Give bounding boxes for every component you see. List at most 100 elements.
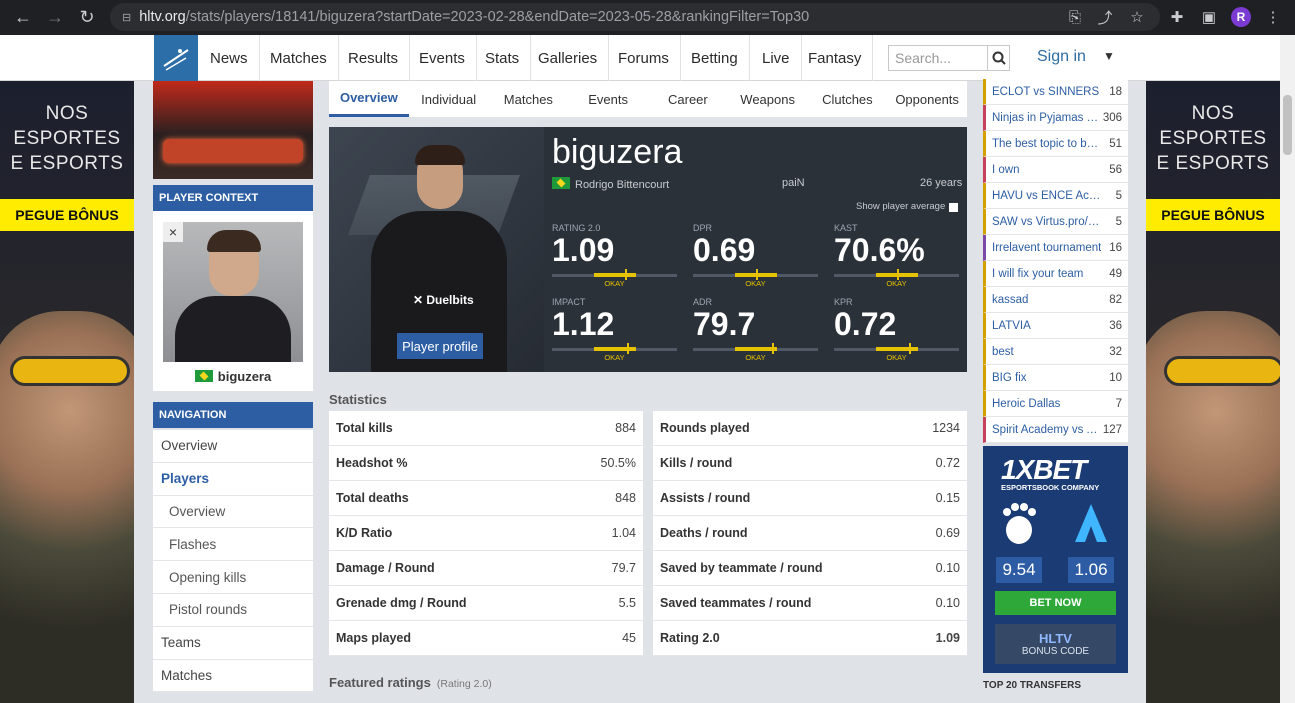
nav-link-opening-kills[interactable]: Opening kills bbox=[153, 561, 313, 594]
thread-title[interactable]: The best topic to bait... bbox=[992, 138, 1104, 150]
hltv-logo[interactable] bbox=[154, 35, 198, 81]
thread-title[interactable]: HAVU vs ENCE Academy bbox=[992, 190, 1104, 202]
share-icon[interactable]: ⤴ bbox=[1093, 5, 1117, 29]
extensions-icon[interactable]: ✚ bbox=[1165, 5, 1189, 29]
bonus-code-box[interactable]: HLTV BONUS CODE bbox=[995, 624, 1116, 664]
betting-ad[interactable]: 1XBET ESPORTSBOOK COMPANY 9.54 1.06 BET … bbox=[983, 446, 1128, 673]
forum-thread[interactable]: LATVIA 36 bbox=[983, 313, 1128, 339]
tab-events[interactable]: Events bbox=[568, 81, 648, 117]
close-icon[interactable]: × bbox=[163, 222, 183, 242]
nav-item-betting[interactable]: Betting bbox=[680, 35, 750, 81]
nav-link-players[interactable]: Players bbox=[153, 463, 313, 496]
forum-thread[interactable]: SAW vs Virtus.pro/1WI... 5 bbox=[983, 209, 1128, 235]
nav-link-overview[interactable]: Overview bbox=[153, 430, 313, 463]
nav-item-galleries[interactable]: Galleries bbox=[527, 35, 610, 81]
nav-item-matches[interactable]: Matches bbox=[259, 35, 339, 81]
forum-thread[interactable]: Spirit Academy vs A... 127 bbox=[983, 417, 1128, 443]
address-bar[interactable]: ⊟ hltv.org/stats/players/18141/biguzera?… bbox=[110, 3, 1160, 31]
stat-range bbox=[594, 347, 636, 351]
avatar: R bbox=[1231, 7, 1251, 27]
photo-body bbox=[175, 296, 291, 362]
url-path: /stats/players/18141/biguzera?startDate=… bbox=[185, 9, 810, 25]
bet-now-button[interactable]: BET NOW bbox=[995, 591, 1116, 615]
player-profile-button[interactable]: Player profile bbox=[397, 333, 483, 359]
forum-thread[interactable]: BIG fix 10 bbox=[983, 365, 1128, 391]
player-context-name[interactable]: biguzera bbox=[153, 369, 313, 384]
profile-avatar[interactable]: R bbox=[1229, 5, 1253, 29]
sidepanel-icon[interactable]: ▣ bbox=[1197, 5, 1221, 29]
thread-title[interactable]: BIG fix bbox=[992, 372, 1027, 384]
thread-title[interactable]: Irrelavent tournament bbox=[992, 242, 1101, 254]
translate-icon[interactable]: ⎘ bbox=[1063, 5, 1087, 29]
left-ad-image[interactable] bbox=[153, 81, 313, 179]
nav-item-news[interactable]: News bbox=[199, 35, 260, 81]
nav-link-matches[interactable]: Matches bbox=[153, 660, 313, 693]
left-ad-banner[interactable]: NOS ESPORTES E ESPORTS PEGUE BÔNUS bbox=[0, 81, 134, 703]
stat-val: 0.69 bbox=[935, 526, 960, 540]
forum-thread[interactable]: kassad 82 bbox=[983, 287, 1128, 313]
thread-title[interactable]: Ninjas in Pyjamas vs... bbox=[992, 112, 1103, 124]
signin-link[interactable]: Sign in bbox=[1037, 48, 1086, 66]
nav-item-fantasy[interactable]: Fantasy bbox=[797, 35, 874, 81]
nav-item-stats[interactable]: Stats bbox=[474, 35, 532, 81]
forum-thread[interactable]: I own 56 bbox=[983, 157, 1128, 183]
player-team[interactable]: paiN bbox=[782, 177, 805, 189]
page-scrollbar[interactable] bbox=[1280, 35, 1295, 703]
summary-stat-dpr: DPR 0.69 OKAY bbox=[693, 223, 818, 288]
scrollbar-thumb[interactable] bbox=[1283, 95, 1292, 155]
menu-icon[interactable]: ⋮ bbox=[1261, 5, 1285, 29]
nav-item-forums[interactable]: Forums bbox=[607, 35, 681, 81]
thread-count: 49 bbox=[1109, 267, 1122, 280]
odd-team1[interactable]: 9.54 bbox=[996, 557, 1042, 583]
stat-value: 0.72 bbox=[834, 306, 897, 342]
tab-career[interactable]: Career bbox=[648, 81, 728, 117]
ad-bonus-button[interactable]: PEGUE BÔNUS bbox=[0, 199, 134, 231]
forum-thread[interactable]: I will fix your team 49 bbox=[983, 261, 1128, 287]
tab-opponents[interactable]: Opponents bbox=[887, 81, 967, 117]
forum-thread[interactable]: ECLOT vs SINNERS 18 bbox=[983, 79, 1128, 105]
nav-item-live[interactable]: Live bbox=[751, 35, 802, 81]
right-ad-banner[interactable]: NOS ESPORTES E ESPORTS PEGUE BÔNUS bbox=[1146, 81, 1280, 703]
tab-individual[interactable]: Individual bbox=[409, 81, 489, 117]
featured-sub: (Rating 2.0) bbox=[436, 678, 492, 690]
ad-bonus-button[interactable]: PEGUE BÔNUS bbox=[1146, 199, 1280, 231]
tab-matches[interactable]: Matches bbox=[489, 81, 569, 117]
tab-weapons[interactable]: Weapons bbox=[728, 81, 808, 117]
nav-link-overview[interactable]: Overview bbox=[153, 496, 313, 529]
tab-overview[interactable]: Overview bbox=[329, 81, 409, 117]
thread-title[interactable]: Heroic Dallas bbox=[992, 398, 1060, 410]
nav-item-results[interactable]: Results bbox=[337, 35, 411, 81]
search-input[interactable]: Search... bbox=[888, 45, 988, 71]
forum-thread[interactable]: Ninjas in Pyjamas vs... 306 bbox=[983, 105, 1128, 131]
chevron-down-icon[interactable]: ▼ bbox=[1103, 49, 1115, 63]
site-info-icon[interactable]: ⊟ bbox=[122, 11, 131, 24]
thread-title[interactable]: I will fix your team bbox=[992, 268, 1083, 280]
thread-title[interactable]: Spirit Academy vs A... bbox=[992, 424, 1103, 436]
forum-thread[interactable]: HAVU vs ENCE Academy 5 bbox=[983, 183, 1128, 209]
stat-row: Grenade dmg / Round 5.5 bbox=[329, 586, 643, 621]
show-average-checkbox[interactable] bbox=[949, 203, 958, 212]
nav-link-flashes[interactable]: Flashes bbox=[153, 528, 313, 562]
tab-clutches[interactable]: Clutches bbox=[808, 81, 888, 117]
bookmark-star-icon[interactable]: ☆ bbox=[1125, 5, 1149, 29]
nav-link-pistol-rounds[interactable]: Pistol rounds bbox=[153, 594, 313, 627]
stat-row: Total deaths 848 bbox=[329, 481, 643, 516]
thread-title[interactable]: best bbox=[992, 346, 1014, 358]
nav-item-events[interactable]: Events bbox=[408, 35, 477, 81]
reload-icon[interactable]: ↻ bbox=[74, 4, 100, 30]
forward-icon[interactable]: → bbox=[42, 4, 68, 30]
thread-title[interactable]: kassad bbox=[992, 294, 1028, 306]
thread-title[interactable]: LATVIA bbox=[992, 320, 1031, 332]
search-icon[interactable] bbox=[988, 45, 1010, 71]
page: NOS ESPORTES E ESPORTS PEGUE BÔNUS NOS ESPO… bbox=[0, 35, 1280, 703]
forum-thread[interactable]: Irrelavent tournament 16 bbox=[983, 235, 1128, 261]
thread-title[interactable]: I own bbox=[992, 164, 1020, 176]
nav-link-teams[interactable]: Teams bbox=[153, 627, 313, 660]
forum-thread[interactable]: Heroic Dallas 7 bbox=[983, 391, 1128, 417]
thread-title[interactable]: ECLOT vs SINNERS bbox=[992, 86, 1099, 98]
odd-team2[interactable]: 1.06 bbox=[1068, 557, 1114, 583]
thread-title[interactable]: SAW vs Virtus.pro/1WI... bbox=[992, 216, 1104, 228]
back-icon[interactable]: ← bbox=[10, 4, 36, 30]
forum-thread[interactable]: The best topic to bait... 51 bbox=[983, 131, 1128, 157]
forum-thread[interactable]: best 32 bbox=[983, 339, 1128, 365]
